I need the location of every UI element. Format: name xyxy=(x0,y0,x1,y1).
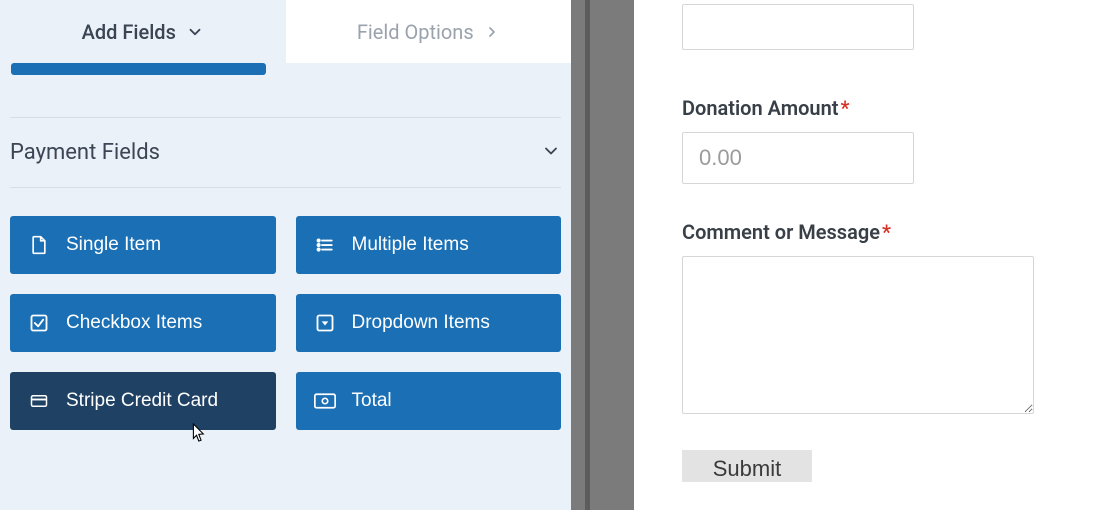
field-label: Checkbox Items xyxy=(66,312,202,334)
chevron-down-icon xyxy=(186,23,204,41)
check-square-icon xyxy=(28,312,50,334)
field-dropdown-items[interactable]: Dropdown Items xyxy=(296,294,562,352)
app-root: Add Fields Field Options Payment Fields xyxy=(0,0,1116,510)
field-single-item[interactable]: Single Item xyxy=(10,216,276,274)
field-total[interactable]: Total xyxy=(296,372,562,430)
tab-field-options-label: Field Options xyxy=(357,20,474,44)
tab-field-options[interactable]: Field Options xyxy=(286,0,572,63)
field-label: Total xyxy=(352,390,392,412)
money-icon xyxy=(314,390,336,412)
section-payment-fields[interactable]: Payment Fields xyxy=(10,117,561,188)
donation-amount-label: Donation Amount* xyxy=(682,96,1068,120)
field-label: Stripe Credit Card xyxy=(66,390,218,412)
tab-add-fields[interactable]: Add Fields xyxy=(0,0,286,63)
sidebar-body: Payment Fields Single Item Multiple I xyxy=(0,63,571,440)
required-mark: * xyxy=(882,220,891,244)
required-mark: * xyxy=(840,96,849,120)
field-label: Multiple Items xyxy=(352,234,469,256)
fields-grid: Single Item Multiple Items Checkbox Item… xyxy=(10,216,561,430)
submit-button[interactable]: Submit xyxy=(682,450,812,482)
section-title: Payment Fields xyxy=(10,140,160,165)
submit-label: Submit xyxy=(713,456,781,482)
field-label: Single Item xyxy=(66,234,161,256)
donation-field-group: Donation Amount* xyxy=(682,96,1068,184)
comment-label: Comment or Message* xyxy=(682,220,1068,244)
field-label: Dropdown Items xyxy=(352,312,490,334)
field-stripe-credit-card[interactable]: Stripe Credit Card xyxy=(10,372,276,430)
field-checkbox-items[interactable]: Checkbox Items xyxy=(10,294,276,352)
sidebar-tabs: Add Fields Field Options xyxy=(0,0,571,63)
donation-amount-input[interactable] xyxy=(682,132,914,184)
label-text: Donation Amount xyxy=(682,96,838,120)
label-text: Comment or Message xyxy=(682,220,880,244)
panel-divider xyxy=(571,0,634,510)
file-icon xyxy=(28,234,50,256)
credit-card-icon xyxy=(28,390,50,412)
caret-square-icon xyxy=(314,312,336,334)
text-input-preview[interactable] xyxy=(682,4,914,50)
partial-field-button[interactable] xyxy=(11,63,266,75)
comment-field-group: Comment or Message* xyxy=(682,220,1068,414)
tab-add-fields-label: Add Fields xyxy=(82,20,176,44)
chevron-right-icon xyxy=(484,24,500,40)
list-icon xyxy=(314,234,336,256)
form-preview: Donation Amount* Comment or Message* Sub… xyxy=(634,0,1116,510)
field-multiple-items[interactable]: Multiple Items xyxy=(296,216,562,274)
comment-textarea[interactable] xyxy=(682,256,1034,414)
chevron-down-icon xyxy=(541,141,561,165)
builder-sidebar: Add Fields Field Options Payment Fields xyxy=(0,0,571,510)
